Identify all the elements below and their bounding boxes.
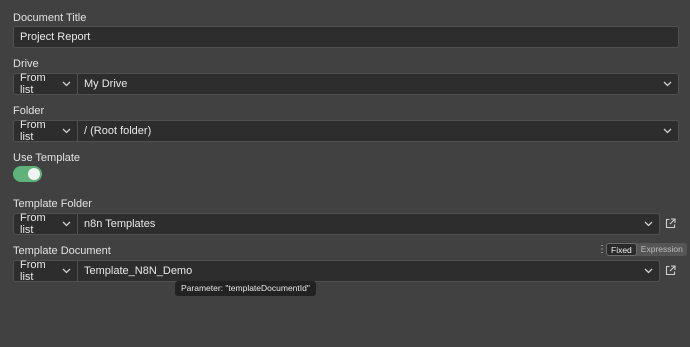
fixed-option[interactable]: Fixed [606, 243, 637, 256]
drive-mode-text: From list [20, 72, 46, 96]
template-document-value-text: Template_N8N_Demo [84, 265, 193, 277]
chevron-down-icon [61, 126, 71, 136]
document-title-input[interactable]: Project Report [13, 26, 679, 48]
parameter-tooltip: Parameter: "templateDocumentId" [175, 281, 316, 296]
drive-field: From list My Drive [13, 72, 679, 96]
template-folder-mode-text: From list [20, 212, 46, 236]
external-link-icon[interactable] [665, 263, 677, 276]
template-folder-mode-select[interactable]: From list [14, 212, 78, 236]
folder-mode-select[interactable]: From list [14, 119, 78, 143]
template-document-value-select[interactable]: Template_N8N_Demo [78, 261, 659, 281]
template-folder-label: Template Folder [13, 198, 92, 210]
template-folder-field: From list n8n Templates [13, 212, 660, 236]
folder-mode-text: From list [20, 119, 46, 143]
chevron-down-icon [662, 79, 672, 89]
fixed-expression-toggle: Fixed Expression [606, 243, 687, 256]
template-document-label: Template Document [13, 245, 111, 257]
template-document-field: From list Template_N8N_Demo [13, 259, 660, 283]
chevron-down-icon [61, 266, 71, 276]
toggle-knob [28, 168, 40, 180]
folder-value-text: / (Root folder) [84, 125, 152, 137]
drive-value-select[interactable]: My Drive [78, 74, 678, 94]
use-template-label: Use Template [13, 152, 81, 164]
folder-label: Folder [13, 105, 45, 117]
external-link-icon[interactable] [665, 216, 677, 229]
template-document-mode-select[interactable]: From list [14, 259, 78, 283]
chevron-down-icon [643, 219, 653, 229]
template-document-mode-text: From list [20, 259, 46, 283]
chevron-down-icon [61, 79, 71, 89]
chevron-down-icon [61, 219, 71, 229]
chevron-down-icon [662, 126, 672, 136]
document-title-label: Document Title [13, 12, 87, 24]
chevron-down-icon [643, 266, 653, 276]
drive-label: Drive [13, 58, 39, 70]
folder-value-select[interactable]: / (Root folder) [78, 121, 678, 141]
template-folder-value-select[interactable]: n8n Templates [78, 214, 659, 234]
folder-field: From list / (Root folder) [13, 119, 679, 143]
drive-mode-select[interactable]: From list [14, 72, 78, 96]
drive-value-text: My Drive [84, 78, 128, 90]
template-folder-value-text: n8n Templates [84, 218, 156, 230]
use-template-toggle[interactable] [13, 166, 42, 182]
expression-option[interactable]: Expression [637, 243, 687, 256]
